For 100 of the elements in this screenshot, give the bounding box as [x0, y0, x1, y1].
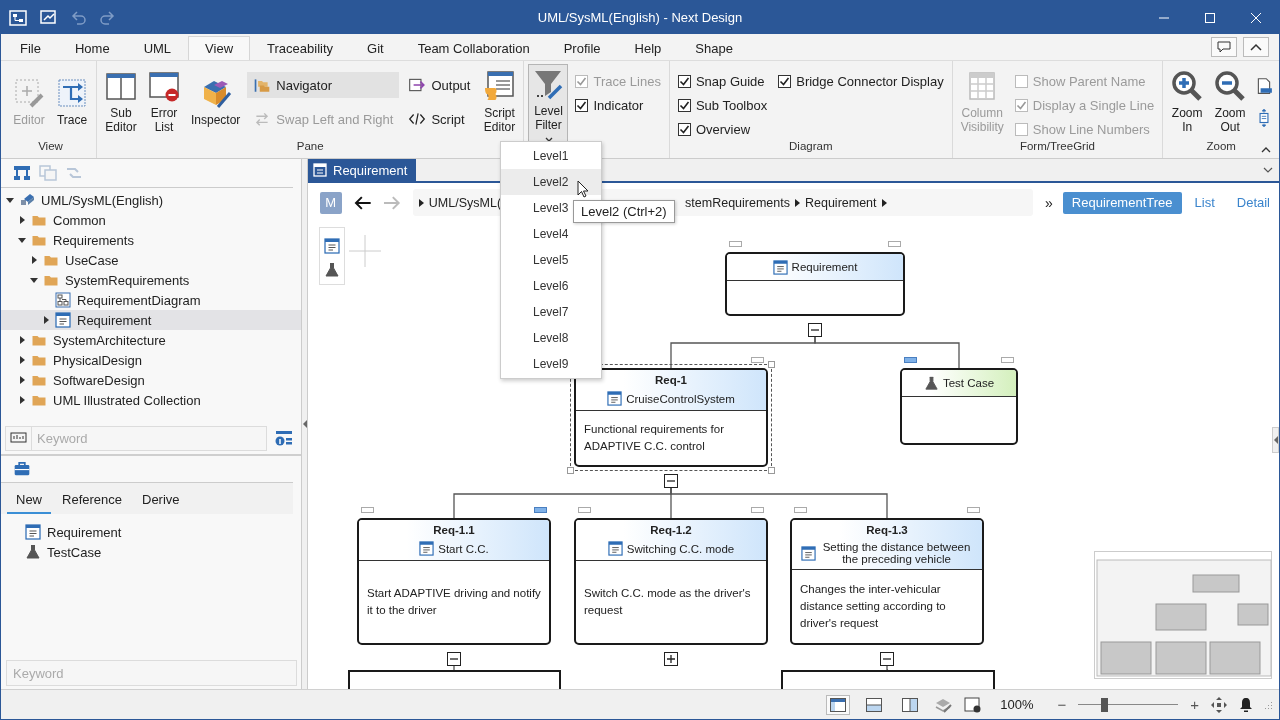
ribbon-checkbox[interactable]: Overview: [673, 119, 772, 139]
breadcrumb-item[interactable]: stemRequirements: [685, 195, 790, 210]
editor-tab[interactable]: Requirement: [308, 159, 417, 181]
undo-icon[interactable]: [69, 8, 87, 27]
tree-item[interactable]: RequirementDiagram: [1, 290, 301, 310]
bell-icon[interactable]: [1239, 696, 1253, 713]
resize-handle[interactable]: [567, 467, 574, 474]
ribbon-button[interactable]: Script: [402, 106, 477, 132]
left-pane-layout-button[interactable]: [826, 694, 851, 715]
ribbon-tab[interactable]: Traceability: [250, 36, 351, 60]
slider-thumb[interactable]: [1101, 697, 1109, 712]
back-arrow-icon[interactable]: [353, 195, 372, 210]
tree-item[interactable]: UML Illustrated Collection: [1, 390, 301, 410]
open-project-icon[interactable]: [39, 8, 57, 27]
requirement-node[interactable]: [781, 670, 995, 689]
toolbox-tab[interactable]: New: [7, 487, 51, 514]
tree-item[interactable]: UseCase: [1, 250, 301, 270]
ribbon-button[interactable]: Output: [402, 72, 477, 98]
ribbon-tab[interactable]: Shape: [678, 36, 750, 60]
menu-item[interactable]: Level4: [501, 221, 601, 247]
ribbon-button[interactable]: Error List: [144, 66, 184, 138]
test-case-node[interactable]: Test Case: [900, 368, 1018, 445]
menu-item[interactable]: Level5: [501, 247, 601, 273]
ribbon-tab[interactable]: Home: [57, 36, 127, 60]
zoom-in-button[interactable]: +: [1190, 696, 1199, 713]
collapse-arrow-icon[interactable]: [17, 235, 27, 245]
search-mode-button[interactable]: [5, 425, 32, 451]
tree-item[interactable]: SystemRequirements: [1, 270, 301, 290]
collapse-toggle-icon[interactable]: [808, 323, 822, 337]
resize-handle[interactable]: [768, 361, 775, 368]
ribbon-button[interactable]: Script Editor: [479, 66, 520, 138]
comment-button[interactable]: [1211, 37, 1237, 57]
requirement-node[interactable]: Req-1.3 Setting the distance between the preceding vehicle Changes the inter-vehicular distance setting according to driver's request: [790, 518, 984, 645]
tree-item[interactable]: SoftwareDesign: [1, 370, 301, 390]
ribbon-button[interactable]: Zoom Out: [1210, 66, 1251, 138]
move-icon[interactable]: [1211, 696, 1227, 713]
requirement-node[interactable]: [348, 670, 561, 689]
ribbon-tab[interactable]: View: [188, 36, 251, 60]
breadcrumb-item[interactable]: UML/SysML(: [428, 195, 502, 210]
hierarchy-icon[interactable]: [13, 165, 31, 181]
menu-item[interactable]: Level2: [501, 169, 601, 195]
breadcrumb-item[interactable]: Requirement: [804, 195, 877, 210]
expand-arrow-icon[interactable]: [17, 355, 27, 365]
ribbon-button[interactable]: Sub Editor: [101, 66, 141, 138]
ribbon-button[interactable]: Trace: [52, 73, 92, 131]
tree-item[interactable]: UML/SysML(English): [1, 190, 301, 210]
expand-arrow-icon[interactable]: [41, 315, 51, 325]
menu-item[interactable]: Level8: [501, 325, 601, 351]
overflow-button[interactable]: »: [1045, 194, 1053, 211]
ribbon-checkbox[interactable]: Snap Guide: [673, 71, 772, 91]
tree-item[interactable]: Common: [1, 210, 301, 230]
search-field[interactable]: Keyword: [6, 660, 297, 686]
menu-item[interactable]: Level7: [501, 299, 601, 325]
expand-arrow-icon[interactable]: [29, 255, 39, 265]
expand-arrow-icon[interactable]: [17, 335, 27, 345]
ribbon-checkbox[interactable]: Indicator: [571, 95, 665, 115]
tab-list-icon[interactable]: [1263, 167, 1273, 173]
redo-icon[interactable]: [99, 8, 117, 27]
ribbon-button[interactable]: Zoom In: [1167, 66, 1208, 138]
requirement-node[interactable]: Requirement: [725, 252, 905, 316]
filter-settings-icon[interactable]: [275, 429, 293, 447]
ribbon-button[interactable]: Inspector: [187, 73, 245, 131]
ribbon-tab[interactable]: Git: [350, 36, 401, 60]
view-mode-tab[interactable]: List: [1185, 191, 1224, 214]
toolbox-tab[interactable]: Reference: [53, 487, 131, 514]
toolbox-tab[interactable]: Derive: [133, 487, 189, 514]
tree-item[interactable]: Requirements: [1, 230, 301, 250]
tree-item[interactable]: SystemArchitecture: [1, 330, 301, 350]
zoom-out-button[interactable]: −: [1057, 696, 1067, 713]
collapse-toggle-icon[interactable]: [880, 652, 894, 666]
menu-item[interactable]: Level6: [501, 273, 601, 299]
expand-arrow-icon[interactable]: [17, 375, 27, 385]
ribbon-tab[interactable]: Team Collaboration: [400, 36, 547, 60]
requirement-node[interactable]: Req-1.2 Switching C.C. mode Switch C.C. mode as the driver's request: [574, 518, 768, 645]
ribbon-tab[interactable]: UML: [126, 36, 189, 60]
ribbon-checkbox[interactable]: Bridge Connector Display: [774, 71, 948, 91]
collapse-ribbon-icon[interactable]: [1261, 147, 1271, 153]
collapse-arrow-icon[interactable]: [29, 275, 39, 285]
resize-grip-icon[interactable]: [1265, 700, 1273, 709]
tree-item[interactable]: Requirement: [1, 310, 301, 330]
layers-icon[interactable]: [934, 696, 953, 713]
requirement-node[interactable]: Req-1.1 Start C.C. Start ADAPTIVE driving and notify it to the driver: [357, 518, 551, 645]
ribbon-tab[interactable]: Profile: [546, 36, 618, 60]
view-mode-tab[interactable]: Detail: [1227, 191, 1279, 214]
ribbon-tab[interactable]: File: [3, 36, 58, 60]
tree-item[interactable]: PhysicalDesign: [1, 350, 301, 370]
side-panel-handle[interactable]: [1272, 427, 1279, 453]
expand-arrow-icon[interactable]: [17, 395, 27, 405]
collapse-toggle-icon[interactable]: [664, 474, 678, 488]
toolbox-item[interactable]: TestCase: [25, 542, 301, 562]
page-settings-icon[interactable]: [964, 696, 983, 713]
ribbon-tab[interactable]: Help: [617, 36, 679, 60]
expand-toggle-icon[interactable]: [664, 652, 678, 666]
resize-handle[interactable]: [768, 467, 775, 474]
splitter-handle[interactable]: [302, 159, 308, 689]
search-field[interactable]: Keyword: [32, 425, 267, 451]
requirement-node[interactable]: Req-1 CruiseControlSystem Functional requirements for ADAPTIVE C.C. control: [574, 368, 768, 467]
collapse-button[interactable]: [1243, 37, 1269, 57]
ribbon-button[interactable]: Navigator: [247, 72, 400, 98]
collapse-toggle-icon[interactable]: [447, 652, 461, 666]
